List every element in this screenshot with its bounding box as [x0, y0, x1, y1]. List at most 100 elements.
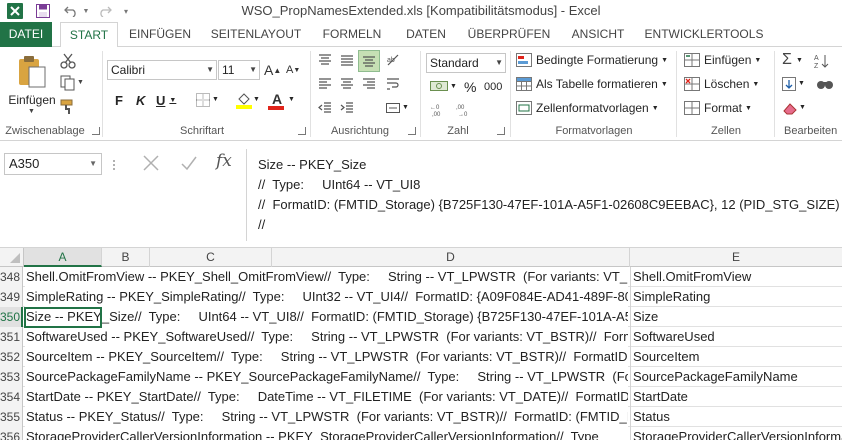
cell-e[interactable]: Size — [630, 307, 842, 327]
column-header-a[interactable]: A — [24, 248, 102, 267]
decrease-indent-icon[interactable] — [318, 101, 336, 117]
conditional-formatting-button[interactable]: Bedingte Formatierung ▼ — [516, 53, 668, 67]
cell-e[interactable]: Shell.OmitFromView — [630, 267, 842, 287]
column-header-e[interactable]: E — [630, 248, 842, 267]
row-header[interactable]: 353 — [0, 367, 23, 387]
clipboard-launcher-icon[interactable] — [92, 127, 100, 135]
cell-e[interactable]: SimpleRating — [630, 287, 842, 307]
insert-function-icon[interactable]: fx — [216, 151, 240, 175]
cell-a[interactable]: StartDate -- PKEY_StartDate// Type: Date… — [25, 387, 628, 407]
underline-button[interactable]: U ▼ — [156, 93, 176, 108]
font-color-letter: A — [272, 91, 283, 107]
font-size-select[interactable]: 11 ▼ — [218, 60, 260, 80]
font-color-button[interactable]: A ▼ — [268, 91, 296, 111]
fill-color-icon[interactable]: ▼ — [236, 91, 260, 111]
number-launcher-icon[interactable] — [497, 127, 505, 135]
find-select-icon[interactable] — [816, 77, 840, 95]
row-header[interactable]: 348 — [0, 267, 23, 287]
formula-bar-grip-icon[interactable] — [112, 155, 118, 175]
bold-button[interactable]: F — [115, 93, 123, 108]
increase-decimal-icon[interactable]: ←0,00 — [430, 103, 450, 119]
thousands-button[interactable]: 000 — [484, 81, 502, 93]
row-header[interactable]: 351 — [0, 327, 23, 347]
tab-start[interactable]: START — [60, 22, 118, 48]
cell-a[interactable]: SoftwareUsed -- PKEY_SoftwareUsed// Type… — [25, 327, 628, 347]
clear-icon[interactable]: ▼ — [782, 101, 806, 119]
row-header[interactable]: 356 — [0, 427, 23, 440]
autosum-icon[interactable]: Σ ▼ — [782, 51, 806, 71]
format-painter-icon[interactable] — [60, 99, 78, 115]
borders-icon[interactable]: ▼ — [196, 93, 220, 109]
bold-label: F — [115, 93, 123, 108]
shrink-font-button[interactable]: A ▼ — [286, 64, 300, 76]
cell-a[interactable]: SourceItem -- PKEY_SourceItem// Type: St… — [25, 347, 628, 367]
decrease-decimal-icon[interactable]: ,00 →0 — [456, 103, 476, 119]
thousands-label: 000 — [484, 81, 503, 93]
align-left-icon[interactable] — [318, 77, 336, 93]
title-bar: ▼ ▾ WSO_PropNamesExtended.xls [Kompatibi… — [0, 0, 842, 22]
name-box[interactable]: A350 ▼ — [4, 153, 102, 175]
formula-input[interactable]: Size -- PKEY_Size // Type: UInt64 -- VT_… — [258, 155, 840, 235]
cell-a[interactable]: StorageProviderCallerVersionInformation … — [25, 427, 628, 440]
cell-styles-icon — [516, 101, 532, 115]
tab-daten[interactable]: DATEN — [398, 22, 454, 47]
font-family-select[interactable]: Calibri ▼ — [107, 60, 217, 80]
tab-datei[interactable]: DATEI — [0, 22, 52, 47]
copy-icon[interactable]: ▼ — [60, 75, 84, 91]
align-middle-icon[interactable] — [340, 53, 358, 69]
cell-a[interactable]: Size -- PKEY_Size// Type: UInt64 -- VT_U… — [25, 307, 628, 327]
cell-a[interactable]: Status -- PKEY_Status// Type: String -- … — [25, 407, 628, 427]
cell-e[interactable]: SourcePackageFamilyName — [630, 367, 842, 387]
confirm-entry-icon[interactable] — [180, 154, 202, 176]
tab-einfuegen[interactable]: EINFÜGEN — [124, 22, 196, 47]
select-all-corner[interactable] — [0, 248, 24, 267]
tab-seitenlayout[interactable]: SEITENLAYOUT — [206, 22, 306, 47]
fill-icon[interactable]: ▼ — [782, 77, 806, 95]
row-header[interactable]: 352 — [0, 347, 23, 367]
sort-filter-icon[interactable]: AZ — [814, 53, 838, 71]
tab-entwicklertools[interactable]: ENTWICKLERTOOLS — [644, 22, 764, 47]
tab-ueberpruefen[interactable]: ÜBERPRÜFEN — [464, 22, 554, 47]
cell-e[interactable]: SoftwareUsed — [630, 327, 842, 347]
alignment-launcher-icon[interactable] — [408, 127, 416, 135]
row-header[interactable]: 355 — [0, 407, 23, 427]
format-as-table-button[interactable]: Als Tabelle formatieren ▼ — [516, 77, 668, 91]
cell-styles-button[interactable]: Zellenformatvorlagen ▼ — [516, 101, 659, 115]
percent-button[interactable]: % — [464, 79, 476, 95]
row-header[interactable]: 350 — [0, 307, 23, 327]
tab-formeln[interactable]: FORMELN — [316, 22, 388, 47]
orientation-icon[interactable]: ab — [386, 53, 410, 69]
cell-a[interactable]: SourcePackageFamilyName -- PKEY_SourcePa… — [25, 367, 628, 387]
font-launcher-icon[interactable] — [298, 127, 306, 135]
row-header[interactable]: 349 — [0, 287, 23, 307]
cell-e[interactable]: Status — [630, 407, 842, 427]
cell-a[interactable]: Shell.OmitFromView -- PKEY_Shell_OmitFro… — [25, 267, 628, 287]
cut-icon[interactable] — [60, 53, 78, 69]
cancel-entry-icon[interactable] — [142, 154, 164, 176]
column-header-b[interactable]: B — [102, 248, 150, 267]
cell-e[interactable]: StorageProviderCallerVersionInformation — [630, 427, 842, 440]
delete-cells-button[interactable]: Löschen ▼ — [684, 77, 759, 91]
grow-font-button[interactable]: A ▲ — [264, 62, 281, 78]
chevron-down-icon[interactable]: ▼ — [89, 154, 97, 174]
align-center-icon[interactable] — [340, 77, 358, 93]
merge-center-icon[interactable]: ▼ — [386, 101, 410, 117]
column-header-c[interactable]: C — [150, 248, 272, 267]
align-bottom-icon[interactable] — [358, 50, 380, 72]
tab-ansicht[interactable]: ANSICHT — [562, 22, 634, 47]
wrap-text-icon[interactable] — [386, 77, 404, 93]
number-format-select[interactable]: Standard ▼ — [426, 53, 506, 73]
cell-e[interactable]: SourceItem — [630, 347, 842, 367]
cell-e[interactable]: StartDate — [630, 387, 842, 407]
increase-indent-icon[interactable] — [340, 101, 358, 117]
currency-icon[interactable]: ▼ — [430, 79, 457, 97]
align-right-icon[interactable] — [362, 77, 380, 93]
paste-button[interactable]: Einfügen ▼ — [6, 53, 58, 117]
align-top-icon[interactable] — [318, 53, 336, 69]
column-header-d[interactable]: D — [272, 248, 630, 267]
insert-cells-button[interactable]: Einfügen ▼ — [684, 53, 761, 67]
cell-a[interactable]: SimpleRating -- PKEY_SimpleRating// Type… — [25, 287, 628, 307]
italic-button[interactable]: K — [136, 93, 145, 108]
format-cells-button[interactable]: Format ▼ — [684, 101, 752, 115]
row-header[interactable]: 354 — [0, 387, 23, 407]
